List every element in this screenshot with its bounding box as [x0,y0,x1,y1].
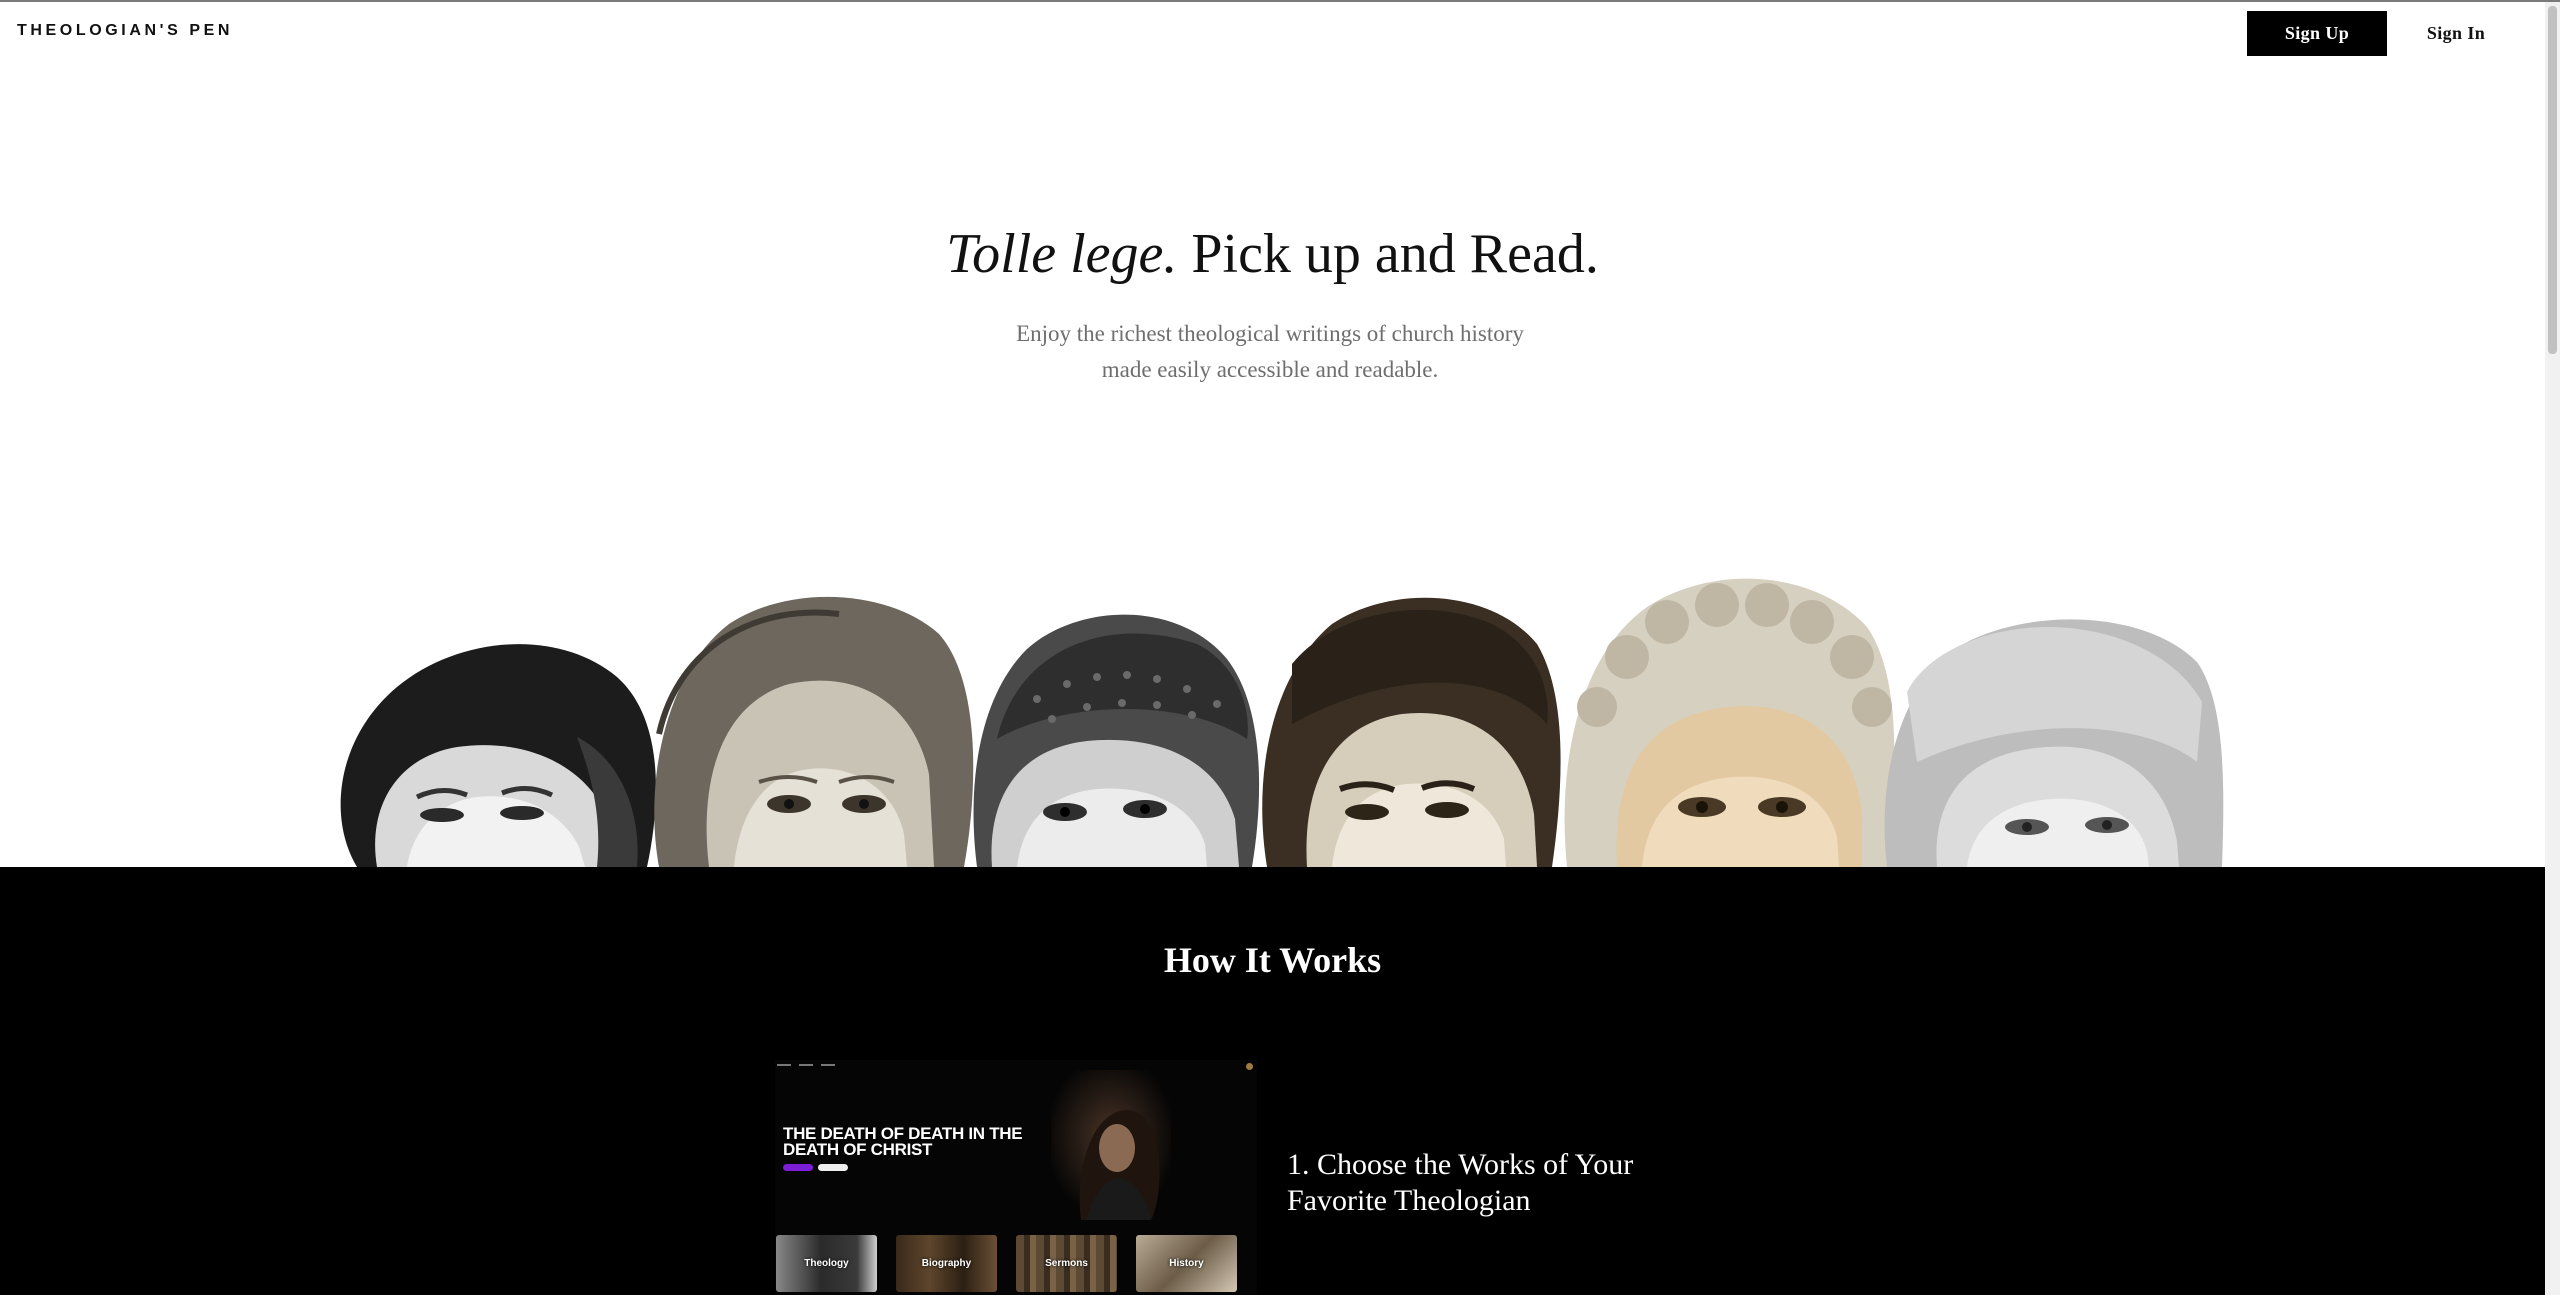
portrait-2 [639,584,979,867]
site-header: THEOLOGIAN'S PEN Sign Up Sign In [0,2,2545,64]
sign-in-button[interactable]: Sign In [2400,11,2512,56]
preview-categories: Theology Biography Sermons History [776,1235,1237,1292]
portrait-5 [1557,567,1902,867]
hero-title: Tolle lege. Pick up and Read. [0,222,2545,286]
portrait-1 [317,617,662,867]
hero-subtitle: Enjoy the richest theological writings o… [960,316,1580,388]
page-scrollbar[interactable] [2545,2,2560,1295]
site-logo[interactable]: THEOLOGIAN'S PEN [17,22,233,40]
preview-book-title: THE DEATH OF DEATH IN THE DEATH OF CHRIS… [783,1124,1023,1159]
how-it-works-title: How It Works [1163,940,1382,980]
how-it-works-section: How It Works THE DEATH OF DEATH IN THE D… [0,867,2545,1295]
step-1-text: 1. Choose the Works of Your Favorite The… [1287,1148,1634,1217]
hero-subtitle-line-1: Enjoy the richest theological writings o… [1016,321,1524,346]
preview-author-portrait [1051,1070,1171,1220]
preview-category-sermons: Sermons [1016,1235,1117,1292]
scrollbar-thumb[interactable] [2548,6,2557,354]
preview-category-history: History [1136,1235,1237,1292]
preview-category-biography: Biography [896,1235,997,1292]
portrait-4 [1252,584,1567,867]
preview-read-pill [783,1164,813,1171]
preview-avatar [1246,1063,1253,1070]
portrait-6 [1867,612,2225,867]
preview-category-theology: Theology [776,1235,877,1292]
hero-title-rest: Pick up and Read. [1177,223,1599,285]
hero-title-italic: Tolle lege. [946,223,1178,285]
hero-subtitle-line-2: made easily accessible and readable. [1101,357,1439,382]
preview-nav [777,1064,835,1066]
app-preview-screenshot: THE DEATH OF DEATH IN THE DEATH OF CHRIS… [775,1060,1257,1295]
sign-up-button[interactable]: Sign Up [2247,11,2387,56]
portrait-3 [947,589,1267,867]
theologian-portraits [317,560,2225,867]
preview-info-pill [818,1164,848,1171]
